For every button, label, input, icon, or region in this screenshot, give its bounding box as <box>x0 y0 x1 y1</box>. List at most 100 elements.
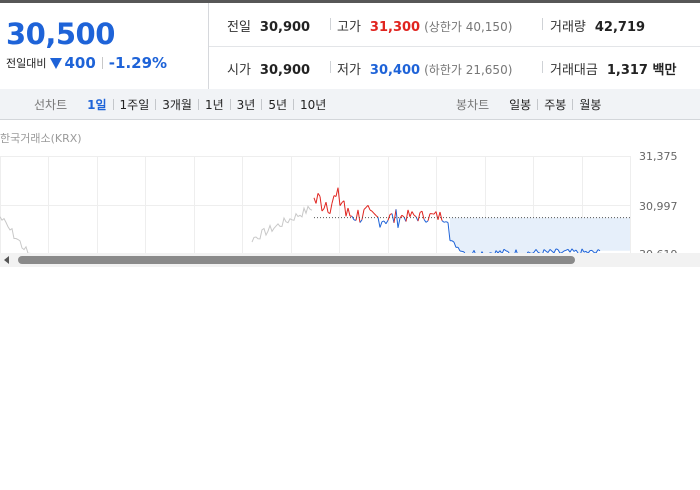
above-segment <box>413 214 417 218</box>
tab-5-years[interactable]: 5년 <box>262 96 293 113</box>
chart-scrollbar[interactable] <box>0 253 700 267</box>
above-segment <box>439 211 443 221</box>
line-chart-tabs: 선차트 1일 1주일 3개월 1년 3년 5년 10년 <box>34 89 332 119</box>
stats-divider <box>209 46 700 47</box>
chart-tab-bar: 선차트 1일 1주일 3개월 1년 3년 5년 10년 봉차트 일봉 주봉 월봉 <box>0 89 700 120</box>
stat-open: 시가 30,900 <box>227 59 310 78</box>
above-segment <box>315 193 319 204</box>
below-segment <box>443 221 447 223</box>
stat-label: 고가 <box>337 20 361 35</box>
above-segment <box>375 215 379 218</box>
tab-1-day[interactable]: 1일 <box>81 96 112 113</box>
down-triangle-icon <box>50 57 63 69</box>
tab-1-year[interactable]: 1년 <box>199 96 230 113</box>
stat-high: 고가 31,300 (상한가 40,150) <box>337 16 512 35</box>
above-segment <box>361 209 365 220</box>
below-segment <box>447 222 451 241</box>
current-price: 30,500 <box>6 17 115 51</box>
above-segment <box>343 200 347 217</box>
history-line <box>0 205 313 254</box>
below-segment <box>377 217 381 228</box>
y-tick-label: 31,375 <box>639 150 678 163</box>
above-segment <box>407 209 411 217</box>
tab-3-years[interactable]: 3년 <box>231 96 262 113</box>
tab-10-years[interactable]: 10년 <box>294 96 332 113</box>
stat-sub: (상한가 40,150) <box>424 20 513 34</box>
below-segment <box>359 219 363 223</box>
quote-panel: 30,500 전일대비 400 -1.29% 전일 30,900 고가 31,3… <box>0 3 700 90</box>
below-fill-area <box>450 217 630 254</box>
below-segment <box>445 221 449 223</box>
stat-sub: (하한가 21,650) <box>424 63 513 77</box>
price-box: 30,500 전일대비 400 -1.29% <box>0 3 209 89</box>
below-segment <box>461 250 465 253</box>
candle-chart-tabs: 봉차트 일봉 주봉 월봉 <box>456 89 607 119</box>
above-segment <box>401 214 405 218</box>
stat-prev-close: 전일 30,900 <box>227 16 310 35</box>
above-segment <box>331 195 335 204</box>
history-segment <box>0 216 31 254</box>
above-segment <box>355 209 359 221</box>
change-divider <box>101 57 103 69</box>
stat-divider <box>542 61 543 73</box>
above-segment <box>357 209 361 223</box>
below-segment <box>555 248 559 251</box>
stats-grid: 전일 30,900 고가 31,300 (상한가 40,150) 거래량 42,… <box>209 3 700 89</box>
stat-label: 시가 <box>227 63 251 78</box>
above-segment <box>347 207 351 217</box>
tab-monthly-candle[interactable]: 월봉 <box>573 96 607 113</box>
above-segment <box>437 211 441 220</box>
stat-label: 거래대금 <box>550 63 598 78</box>
below-segment <box>563 249 567 252</box>
stat-value: 31,300 <box>369 20 421 35</box>
below-segment <box>441 220 445 223</box>
data-source-label: 한국거래소(KRX) <box>0 132 82 145</box>
price-chart <box>0 156 631 254</box>
scroll-left-arrow-icon[interactable] <box>4 256 9 264</box>
stat-label: 전일 <box>227 20 251 35</box>
stat-label: 저가 <box>337 63 361 78</box>
stat-value: 30,900 <box>259 63 311 78</box>
tab-1-week[interactable]: 1주일 <box>114 96 156 113</box>
above-segment <box>319 196 323 212</box>
above-segment <box>411 211 415 216</box>
stat-divider <box>330 18 331 30</box>
below-segment <box>385 220 389 225</box>
change-amount: 400 <box>64 54 96 72</box>
below-segment <box>423 219 427 223</box>
below-segment <box>397 217 401 228</box>
stat-value: 1,317 백만 <box>606 63 677 78</box>
above-segment <box>317 193 321 197</box>
above-segment <box>363 207 367 210</box>
stat-low: 저가 30,400 (하한가 21,650) <box>337 59 512 78</box>
change-row: 전일대비 400 -1.29% <box>6 54 167 72</box>
history-segment <box>251 205 313 243</box>
below-segment <box>505 250 509 252</box>
stat-divider <box>542 18 543 30</box>
above-segment <box>373 213 377 216</box>
stat-volume: 거래량 42,719 <box>550 16 645 35</box>
change-label: 전일대비 <box>6 57 47 70</box>
above-segment <box>329 203 333 214</box>
change-percent: -1.29% <box>108 54 168 72</box>
tab-daily-candle[interactable]: 일봉 <box>503 96 537 113</box>
candle-chart-title: 봉차트 <box>456 97 490 112</box>
stat-value: 30,900 <box>259 20 311 35</box>
below-segment <box>425 220 429 223</box>
stat-value: 42,719 <box>594 20 646 35</box>
above-segment <box>325 202 329 213</box>
above-segment <box>417 212 421 222</box>
scrollbar-thumb[interactable] <box>18 256 575 264</box>
above-segment <box>405 209 409 222</box>
tab-3-months[interactable]: 3개월 <box>156 96 198 113</box>
above-segment <box>345 207 349 217</box>
tab-weekly-candle[interactable]: 주봉 <box>538 96 572 113</box>
above-segment <box>371 210 375 214</box>
above-segment <box>393 209 397 223</box>
stat-divider <box>330 61 331 73</box>
below-segment <box>395 209 399 228</box>
line-chart-title: 선차트 <box>34 97 68 112</box>
above-segment <box>369 209 373 212</box>
y-tick-label: 30,997 <box>639 200 678 213</box>
stat-value: 30,400 <box>369 63 421 78</box>
